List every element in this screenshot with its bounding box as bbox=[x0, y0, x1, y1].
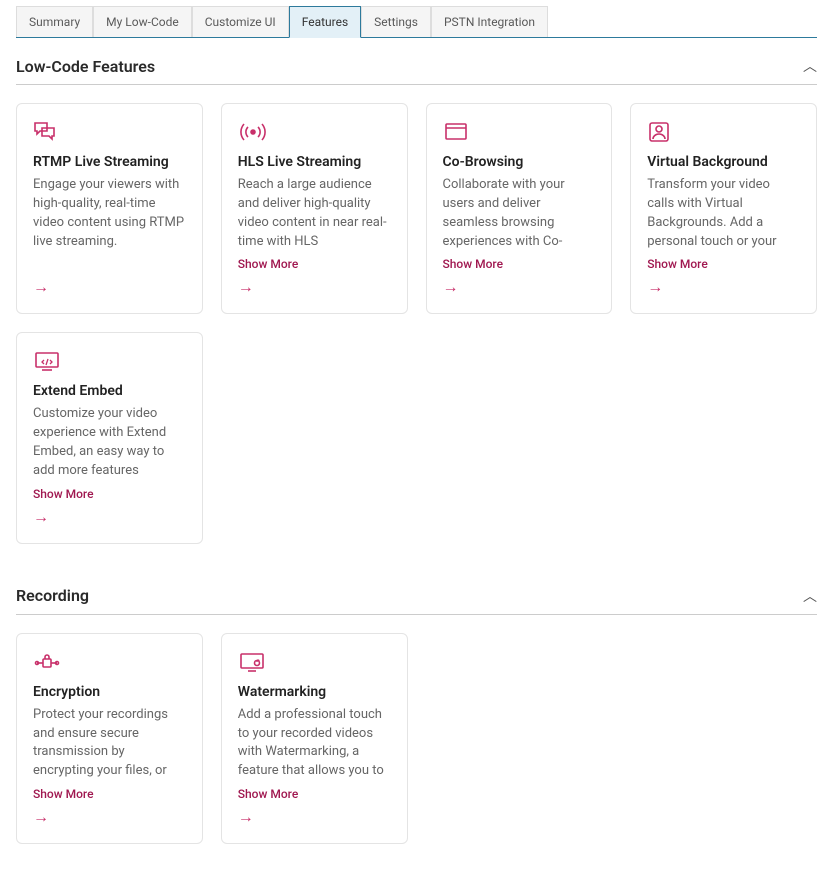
card-virtual-bg: Virtual Background Transform your video … bbox=[630, 103, 817, 314]
card-hls: HLS Live Streaming Reach a large audienc… bbox=[221, 103, 408, 314]
card-extend-embed: Extend Embed Customize your video experi… bbox=[16, 332, 203, 543]
arrow-right-icon[interactable]: → bbox=[443, 277, 596, 297]
card-title: Co-Browsing bbox=[443, 154, 596, 170]
tab-settings[interactable]: Settings bbox=[361, 6, 431, 37]
arrow-right-icon[interactable]: → bbox=[238, 807, 391, 827]
card-rtmp: RTMP Live Streaming Engage your viewers … bbox=[16, 103, 203, 314]
card-title: RTMP Live Streaming bbox=[33, 154, 186, 170]
tab-my-low-code[interactable]: My Low-Code bbox=[93, 6, 192, 37]
card-title: Encryption bbox=[33, 684, 186, 700]
embed-icon bbox=[33, 349, 186, 373]
section-title: Low-Code Features bbox=[16, 57, 155, 76]
chevron-up-icon[interactable]: ︿ bbox=[803, 56, 817, 76]
chevron-up-icon[interactable]: ︿ bbox=[803, 586, 817, 606]
card-grid-recording: Encryption Protect your recordings and e… bbox=[16, 633, 817, 844]
show-more-link[interactable]: Show More bbox=[443, 257, 596, 271]
tabs-bar: Summary My Low-Code Customize UI Feature… bbox=[16, 6, 817, 38]
card-cobrowsing: Co-Browsing Collaborate with your users … bbox=[426, 103, 613, 314]
card-title: Extend Embed bbox=[33, 383, 186, 399]
card-desc: Customize your video experience with Ext… bbox=[33, 405, 186, 480]
card-desc: Engage your viewers with high-quality, r… bbox=[33, 176, 186, 271]
card-grid-low-code: RTMP Live Streaming Engage your viewers … bbox=[16, 103, 817, 544]
card-desc: Collaborate with your users and deliver … bbox=[443, 176, 596, 251]
section-header-recording: Recording ︿ bbox=[16, 568, 817, 615]
window-icon bbox=[443, 120, 596, 144]
arrow-right-icon[interactable]: → bbox=[33, 507, 186, 527]
watermark-icon bbox=[238, 650, 391, 674]
show-more-link[interactable]: Show More bbox=[33, 487, 186, 501]
show-more-link[interactable]: Show More bbox=[238, 787, 391, 801]
tab-summary[interactable]: Summary bbox=[16, 6, 93, 37]
card-desc: Transform your video calls with Virtual … bbox=[647, 176, 800, 251]
arrow-right-icon[interactable]: → bbox=[238, 277, 391, 297]
show-more-link[interactable]: Show More bbox=[238, 257, 391, 271]
tab-pstn-integration[interactable]: PSTN Integration bbox=[431, 6, 548, 37]
section-header-low-code: Low-Code Features ︿ bbox=[16, 38, 817, 85]
broadcast-icon bbox=[238, 120, 391, 144]
card-desc: Protect your recordings and ensure secur… bbox=[33, 706, 186, 781]
tab-features[interactable]: Features bbox=[289, 6, 361, 38]
tab-customize-ui[interactable]: Customize UI bbox=[192, 6, 289, 37]
arrow-right-icon[interactable]: → bbox=[647, 277, 800, 297]
card-title: Virtual Background bbox=[647, 154, 800, 170]
card-desc: Reach a large audience and deliver high-… bbox=[238, 176, 391, 251]
card-title: HLS Live Streaming bbox=[238, 154, 391, 170]
show-more-link[interactable]: Show More bbox=[33, 787, 186, 801]
arrow-right-icon[interactable]: → bbox=[33, 277, 186, 297]
card-watermarking: Watermarking Add a professional touch to… bbox=[221, 633, 408, 844]
arrow-right-icon[interactable]: → bbox=[33, 807, 186, 827]
person-icon bbox=[647, 120, 800, 144]
chat-icon bbox=[33, 120, 186, 144]
show-more-link[interactable]: Show More bbox=[647, 257, 800, 271]
card-title: Watermarking bbox=[238, 684, 391, 700]
card-encryption: Encryption Protect your recordings and e… bbox=[16, 633, 203, 844]
section-title: Recording bbox=[16, 586, 89, 605]
card-desc: Add a professional touch to your recorde… bbox=[238, 706, 391, 781]
encryption-icon bbox=[33, 650, 186, 674]
